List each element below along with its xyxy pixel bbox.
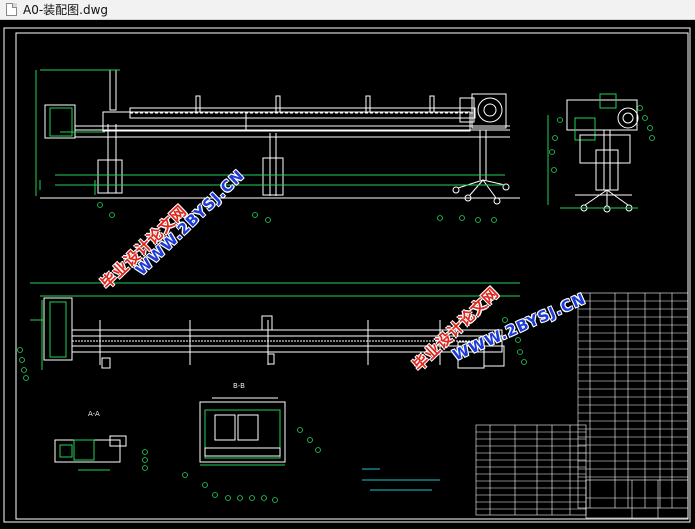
part-balloon [475,217,481,223]
part-balloon [19,357,25,363]
part-balloon [212,492,218,498]
part-balloon [237,495,243,501]
section-a-view [54,435,127,471]
part-balloon [552,135,558,141]
part-balloon [261,495,267,501]
part-balloon [647,125,653,131]
part-balloon [459,215,465,221]
part-balloon [142,465,148,471]
part-balloon [517,349,523,355]
technical-notes [362,468,440,491]
part-balloon [109,212,115,218]
front-view [35,69,520,205]
part-balloon [97,202,103,208]
part-balloon [142,457,148,463]
part-balloon [23,375,29,381]
part-balloon [307,437,313,443]
document-icon [6,3,17,16]
part-balloon [491,217,497,223]
part-balloon [437,215,443,221]
part-balloon [557,117,563,123]
section-b-view [199,397,286,466]
part-balloon [515,337,521,343]
window-title: A0-装配图.dwg [23,3,109,17]
title-bar: A0-装配图.dwg [0,0,695,20]
section-b-label: B-B [233,382,245,390]
part-balloon [642,115,648,121]
part-balloon [637,105,643,111]
part-balloon [265,217,271,223]
part-balloon [521,359,527,365]
part-balloon [225,495,231,501]
part-balloon [249,495,255,501]
part-balloon [17,347,23,353]
part-balloon [551,167,557,173]
assembly-table [475,424,587,516]
section-a-label: A-A [88,410,100,418]
part-balloon [202,482,208,488]
part-balloon [252,212,258,218]
part-balloon [142,449,148,455]
part-balloon [297,427,303,433]
part-balloon [549,149,555,155]
part-balloon [649,135,655,141]
part-balloon [182,472,188,478]
drawing-canvas[interactable]: A-A B-B 毕业设计论文网 WWW.2BYSJ.CN 毕业设计论文网 WWW… [0,20,695,529]
part-balloon [315,447,321,453]
part-balloon [272,497,278,503]
title-block [585,479,689,519]
side-view [547,93,639,213]
part-balloon [21,367,27,373]
